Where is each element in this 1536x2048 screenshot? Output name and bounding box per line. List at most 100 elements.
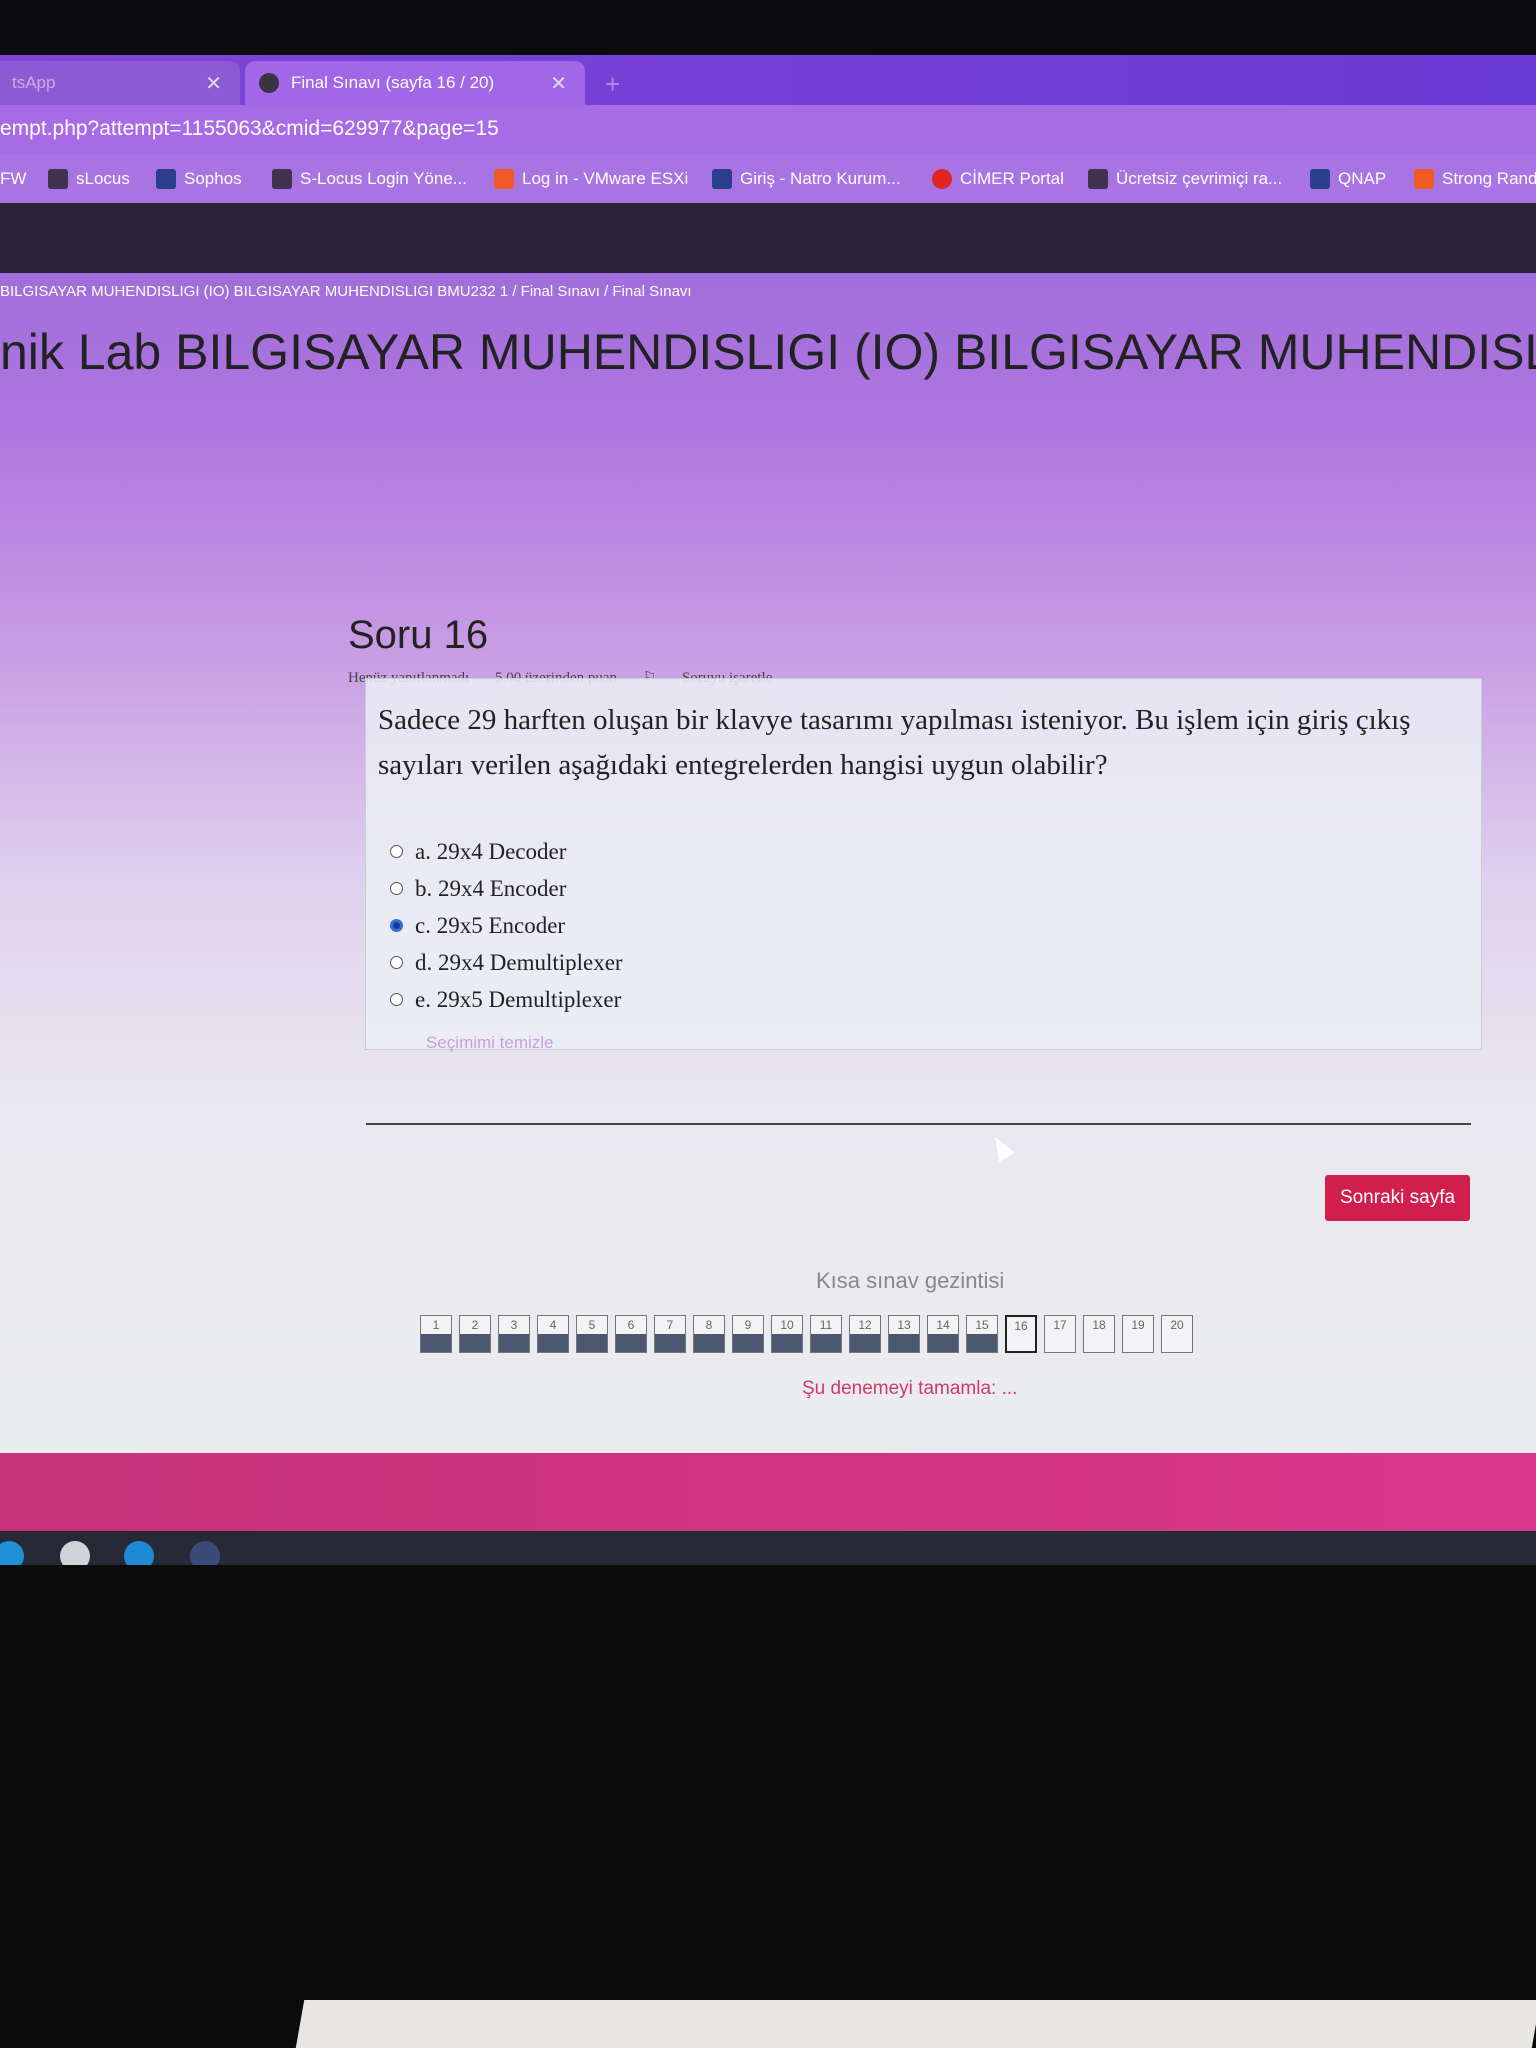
quiz-nav-button[interactable]: 7 <box>654 1315 686 1353</box>
bookmark-free-online[interactable]: Ücretsiz çevrimiçi ra... <box>1088 169 1282 189</box>
quiz-nav-button[interactable]: 3 <box>498 1315 530 1353</box>
radio-button[interactable] <box>390 845 403 858</box>
quiz-nav-button[interactable]: 20 <box>1161 1315 1193 1353</box>
slocus-icon <box>48 169 68 189</box>
page-content: BILGISAYAR MUHENDISLIGI (IO) BILGISAYAR … <box>0 273 1536 1513</box>
bookmark-label: S-Locus Login Yöne... <box>300 169 467 188</box>
quiz-nav-button[interactable]: 12 <box>849 1315 881 1353</box>
tab-final-exam[interactable]: Final Sınavı (sayfa 16 / 20) ✕ <box>245 61 585 105</box>
quiz-nav-button[interactable]: 19 <box>1122 1315 1154 1353</box>
close-icon[interactable]: ✕ <box>550 71 567 96</box>
quiz-nav-button[interactable]: 4 <box>537 1315 569 1353</box>
new-tab-button[interactable]: + <box>605 69 620 100</box>
quiz-nav-button[interactable]: 6 <box>615 1315 647 1353</box>
site-header-band <box>0 203 1536 273</box>
radio-button[interactable] <box>390 956 403 969</box>
teamviewer-icon[interactable] <box>124 1541 154 1565</box>
tab-whatsapp[interactable]: tsApp ✕ <box>0 61 240 105</box>
quiz-nav-button[interactable]: 13 <box>888 1315 920 1353</box>
answer-list: a. 29x4 Decoder b. 29x4 Encoder c. 29x5 … <box>390 833 623 1018</box>
quiz-navigation: 1 2 3 4 5 6 7 8 9 10 11 12 13 14 15 16 1… <box>420 1315 1200 1353</box>
quiz-nav-button[interactable]: 18 <box>1083 1315 1115 1353</box>
question-text: Sadece 29 harften oluşan bir klavye tasa… <box>378 704 1411 781</box>
site-favicon-icon <box>259 73 279 93</box>
finish-attempt-link[interactable]: Şu denemeyi tamamla: ... <box>802 1378 1017 1400</box>
tab-strip: tsApp ✕ Final Sınavı (sayfa 16 / 20) ✕ + <box>0 55 1536 105</box>
quiz-nav-button[interactable]: 8 <box>693 1315 725 1353</box>
bookmark-slocus[interactable]: sLocus <box>48 169 130 189</box>
bookmarks-bar: FW sLocus Sophos S-Locus Login Yöne... L… <box>0 155 1536 203</box>
bookmark-fw[interactable]: FW <box>0 169 26 189</box>
cube-icon <box>1088 169 1108 189</box>
qnap-icon <box>1310 169 1330 189</box>
divider <box>366 1123 1471 1125</box>
monitor-bezel-bottom <box>0 1565 1536 2048</box>
strong-icon <box>1414 169 1434 189</box>
answer-label: a. 29x4 Decoder <box>415 838 567 864</box>
bookmark-strong-rand[interactable]: Strong Rand <box>1414 169 1536 189</box>
quiz-nav-button[interactable]: 14 <box>927 1315 959 1353</box>
quiz-nav-button-current[interactable]: 16 <box>1005 1315 1037 1353</box>
quiz-nav-button[interactable]: 1 <box>420 1315 452 1353</box>
quiz-nav-button[interactable]: 15 <box>966 1315 998 1353</box>
radio-button[interactable] <box>390 882 403 895</box>
bookmark-vmware[interactable]: Log in - VMware ESXi <box>494 169 688 189</box>
breadcrumb[interactable]: BILGISAYAR MUHENDISLIGI (IO) BILGISAYAR … <box>0 283 692 300</box>
app-icon[interactable] <box>60 1541 90 1565</box>
bookmark-label: CİMER Portal <box>960 169 1064 188</box>
answer-option-a[interactable]: a. 29x4 Decoder <box>390 833 623 870</box>
mouse-cursor-icon <box>987 1132 1015 1162</box>
bookmark-label: Log in - VMware ESXi <box>522 169 689 188</box>
page-title: nik Lab BILGISAYAR MUHENDISLIGI (IO) BIL… <box>0 324 1536 380</box>
quiz-nav-button[interactable]: 5 <box>576 1315 608 1353</box>
bookmark-label: Ücretsiz çevrimiçi ra... <box>1116 169 1283 188</box>
answer-option-b[interactable]: b. 29x4 Encoder <box>390 870 623 907</box>
next-page-button[interactable]: Sonraki sayfa <box>1325 1175 1470 1221</box>
question-title: Soru 16 <box>348 613 489 657</box>
screen: tsApp ✕ Final Sınavı (sayfa 16 / 20) ✕ +… <box>0 55 1536 1565</box>
taskbar <box>0 1531 1536 1565</box>
close-icon[interactable]: ✕ <box>205 71 222 96</box>
bookmark-label: FW <box>0 169 27 188</box>
answer-label: d. 29x4 Demultiplexer <box>415 949 623 975</box>
radio-button-selected[interactable] <box>390 919 403 932</box>
bookmark-label: Sophos <box>184 169 242 188</box>
bookmark-sophos[interactable]: Sophos <box>156 169 242 189</box>
radio-button[interactable] <box>390 993 403 1006</box>
answer-label: e. 29x5 Demultiplexer <box>415 986 622 1012</box>
tab-label: tsApp <box>12 73 56 92</box>
quiz-navigation-title: Kısa sınav gezintisi <box>816 1268 1005 1293</box>
quiz-nav-button[interactable]: 9 <box>732 1315 764 1353</box>
vmware-icon <box>494 169 514 189</box>
bookmark-qnap[interactable]: QNAP <box>1310 169 1386 189</box>
bookmark-label: Giriş - Natro Kurum... <box>740 169 901 188</box>
bookmark-slocus-login[interactable]: S-Locus Login Yöne... <box>272 169 467 189</box>
bookmark-natro[interactable]: Giriş - Natro Kurum... <box>712 169 901 189</box>
answer-option-c[interactable]: c. 29x5 Encoder <box>390 907 623 944</box>
answer-label: b. 29x4 Encoder <box>415 875 567 901</box>
bookmark-label: QNAP <box>1338 169 1387 188</box>
bookmark-cimer[interactable]: CİMER Portal <box>932 169 1064 189</box>
bookmark-label: sLocus <box>76 169 130 188</box>
natro-icon <box>712 169 732 189</box>
url-text[interactable]: empt.php?attempt=1155063&cmid=629977&pag… <box>0 117 499 141</box>
clear-choice-link[interactable]: Seçimimi temizle <box>426 1033 554 1053</box>
quiz-nav-button[interactable]: 11 <box>810 1315 842 1353</box>
answer-option-d[interactable]: d. 29x4 Demultiplexer <box>390 944 623 981</box>
bookmark-label: Strong Rand <box>1442 169 1536 188</box>
desk-paper <box>295 2000 1536 2048</box>
monitor-bezel-top <box>0 0 1536 55</box>
slocus-icon <box>272 169 292 189</box>
quiz-nav-button[interactable]: 10 <box>771 1315 803 1353</box>
address-bar[interactable]: empt.php?attempt=1155063&cmid=629977&pag… <box>0 105 1536 155</box>
answer-option-e[interactable]: e. 29x5 Demultiplexer <box>390 981 623 1018</box>
answer-label: c. 29x5 Encoder <box>415 912 566 938</box>
edge-icon[interactable] <box>0 1541 24 1565</box>
cimer-icon <box>932 169 952 189</box>
sophos-icon <box>156 169 176 189</box>
quiz-nav-button[interactable]: 2 <box>459 1315 491 1353</box>
tab-label: Final Sınavı (sayfa 16 / 20) <box>291 73 495 92</box>
quiz-nav-button[interactable]: 17 <box>1044 1315 1076 1353</box>
site-footer-band <box>0 1453 1536 1531</box>
chrome-icon[interactable] <box>190 1541 220 1565</box>
